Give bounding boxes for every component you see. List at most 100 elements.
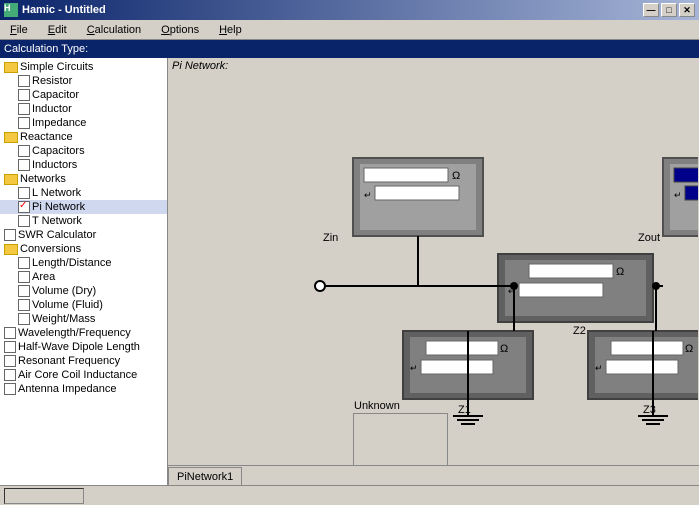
sidebar-item-label: Wavelength/Frequency: [18, 327, 131, 339]
checkbox-icon[interactable]: [4, 383, 16, 395]
sidebar-item-label: Air Core Coil Inductance: [18, 369, 137, 381]
svg-text:Zin: Zin: [323, 232, 338, 244]
unknown-label: Unknown: [354, 400, 400, 412]
pi-network-diagram: Ω ↵ Zin Ω ↵ Zout Ω ↵ Z2: [168, 76, 698, 456]
sidebar-item-label: Weight/Mass: [32, 313, 95, 325]
menu-options[interactable]: Options: [155, 22, 205, 38]
sidebar-item-label: Capacitors: [32, 145, 85, 157]
sidebar-item-label: SWR Calculator: [18, 229, 96, 241]
folder-icon: [4, 62, 18, 73]
svg-text:↵: ↵: [410, 363, 418, 373]
menu-calculation[interactable]: Calculation: [81, 22, 147, 38]
checkbox-icon[interactable]: [18, 257, 30, 269]
sidebar-item-label: Resistor: [32, 75, 72, 87]
sidebar-item-label: Area: [32, 271, 55, 283]
sidebar-item-label: Pi Network: [32, 201, 85, 213]
sidebar-item-label: Simple Circuits: [20, 61, 93, 73]
sidebar-item-impedance[interactable]: Impedance: [0, 116, 167, 130]
window-controls: — □ ✕: [643, 3, 695, 17]
checkbox-icon[interactable]: [4, 341, 16, 353]
close-button[interactable]: ✕: [679, 3, 695, 17]
sidebar-item-label: L Network: [32, 187, 81, 199]
sidebar-item-t-network[interactable]: T Network: [0, 214, 167, 228]
window-title: Hamic - Untitled: [22, 4, 106, 16]
checkbox-icon[interactable]: [18, 103, 30, 115]
checkbox-icon[interactable]: [4, 355, 16, 367]
sidebar-item-simple-circuits[interactable]: Simple Circuits: [0, 60, 167, 74]
checkbox-icon[interactable]: [18, 145, 30, 157]
checkbox-icon[interactable]: [4, 327, 16, 339]
sidebar-item-volume-fluid[interactable]: Volume (Fluid): [0, 298, 167, 312]
sidebar-item-antenna[interactable]: Antenna Impedance: [0, 382, 167, 396]
checkbox-icon[interactable]: [18, 271, 30, 283]
sidebar-item-pi-network[interactable]: Pi Network: [0, 200, 167, 214]
svg-text:Ω: Ω: [452, 170, 460, 182]
svg-text:↵: ↵: [595, 363, 603, 373]
sidebar-item-label: Impedance: [32, 117, 86, 129]
sidebar-item-conversions[interactable]: Conversions: [0, 242, 167, 256]
sidebar-item-label: Inductor: [32, 103, 72, 115]
red-check-icon[interactable]: [18, 201, 30, 213]
checkbox-icon[interactable]: [18, 299, 30, 311]
sidebar-item-label: T Network: [32, 215, 82, 227]
sidebar-item-weight[interactable]: Weight/Mass: [0, 312, 167, 326]
menu-bar: File Edit Calculation Options Help: [0, 20, 699, 40]
svg-text:Ω: Ω: [616, 266, 624, 278]
sidebar-item-label: Networks: [20, 173, 66, 185]
sidebar-item-length[interactable]: Length/Distance: [0, 256, 167, 270]
title-bar: H Hamic - Untitled — □ ✕: [0, 0, 699, 20]
svg-text:Ω: Ω: [500, 343, 508, 355]
sidebar: Simple Circuits Resistor Capacitor Induc…: [0, 58, 168, 485]
folder-icon: [4, 244, 18, 255]
svg-text:↵: ↵: [364, 190, 372, 200]
sidebar-item-reactance[interactable]: Reactance: [0, 130, 167, 144]
sidebar-item-networks[interactable]: Networks: [0, 172, 167, 186]
checkbox-icon[interactable]: [4, 229, 16, 241]
checkbox-icon[interactable]: [18, 159, 30, 171]
calc-type-bar: Calculation Type:: [0, 40, 699, 58]
folder-icon: [4, 132, 18, 143]
checkbox-icon[interactable]: [4, 369, 16, 381]
sidebar-item-label: Volume (Fluid): [32, 299, 103, 311]
status-bar: [0, 485, 699, 505]
sidebar-item-halfwave[interactable]: Half-Wave Dipole Length: [0, 340, 167, 354]
sidebar-item-area[interactable]: Area: [0, 270, 167, 284]
sidebar-item-label: Length/Distance: [32, 257, 112, 269]
main-layout: Simple Circuits Resistor Capacitor Induc…: [0, 58, 699, 485]
menu-help[interactable]: Help: [213, 22, 248, 38]
svg-text:Zout: Zout: [638, 232, 660, 244]
menu-file[interactable]: File: [4, 22, 34, 38]
svg-text:Z2: Z2: [573, 325, 586, 337]
tab-pinetwork1[interactable]: PiNetwork1: [168, 467, 242, 485]
sidebar-item-resonant[interactable]: Resonant Frequency: [0, 354, 167, 368]
menu-edit[interactable]: Edit: [42, 22, 73, 38]
sidebar-item-label: Capacitor: [32, 89, 79, 101]
sidebar-item-label: Resonant Frequency: [18, 355, 120, 367]
app-icon: H: [4, 3, 18, 17]
sidebar-item-label: Volume (Dry): [32, 285, 96, 297]
tab-bar: PiNetwork1: [168, 465, 699, 485]
minimize-button[interactable]: —: [643, 3, 659, 17]
sidebar-item-swr[interactable]: SWR Calculator: [0, 228, 167, 242]
sidebar-item-capacitors[interactable]: Capacitors: [0, 144, 167, 158]
sidebar-item-inductors[interactable]: Inductors: [0, 158, 167, 172]
svg-text:↵: ↵: [674, 190, 682, 200]
sidebar-item-label: Half-Wave Dipole Length: [18, 341, 140, 353]
maximize-button[interactable]: □: [661, 3, 677, 17]
network-title: Pi Network:: [168, 58, 699, 74]
checkbox-icon[interactable]: [18, 89, 30, 101]
checkbox-icon[interactable]: [18, 313, 30, 325]
checkbox-icon[interactable]: [18, 215, 30, 227]
checkbox-icon[interactable]: [18, 285, 30, 297]
sidebar-item-volume-dry[interactable]: Volume (Dry): [0, 284, 167, 298]
sidebar-item-resistor[interactable]: Resistor: [0, 74, 167, 88]
sidebar-item-wavelength[interactable]: Wavelength/Frequency: [0, 326, 167, 340]
checkbox-icon[interactable]: [18, 187, 30, 199]
sidebar-item-inductor[interactable]: Inductor: [0, 102, 167, 116]
sidebar-item-l-network[interactable]: L Network: [0, 186, 167, 200]
sidebar-item-aircore[interactable]: Air Core Coil Inductance: [0, 368, 167, 382]
checkbox-icon[interactable]: [18, 117, 30, 129]
sidebar-item-label: Antenna Impedance: [18, 383, 116, 395]
sidebar-item-capacitor[interactable]: Capacitor: [0, 88, 167, 102]
checkbox-icon[interactable]: [18, 75, 30, 87]
